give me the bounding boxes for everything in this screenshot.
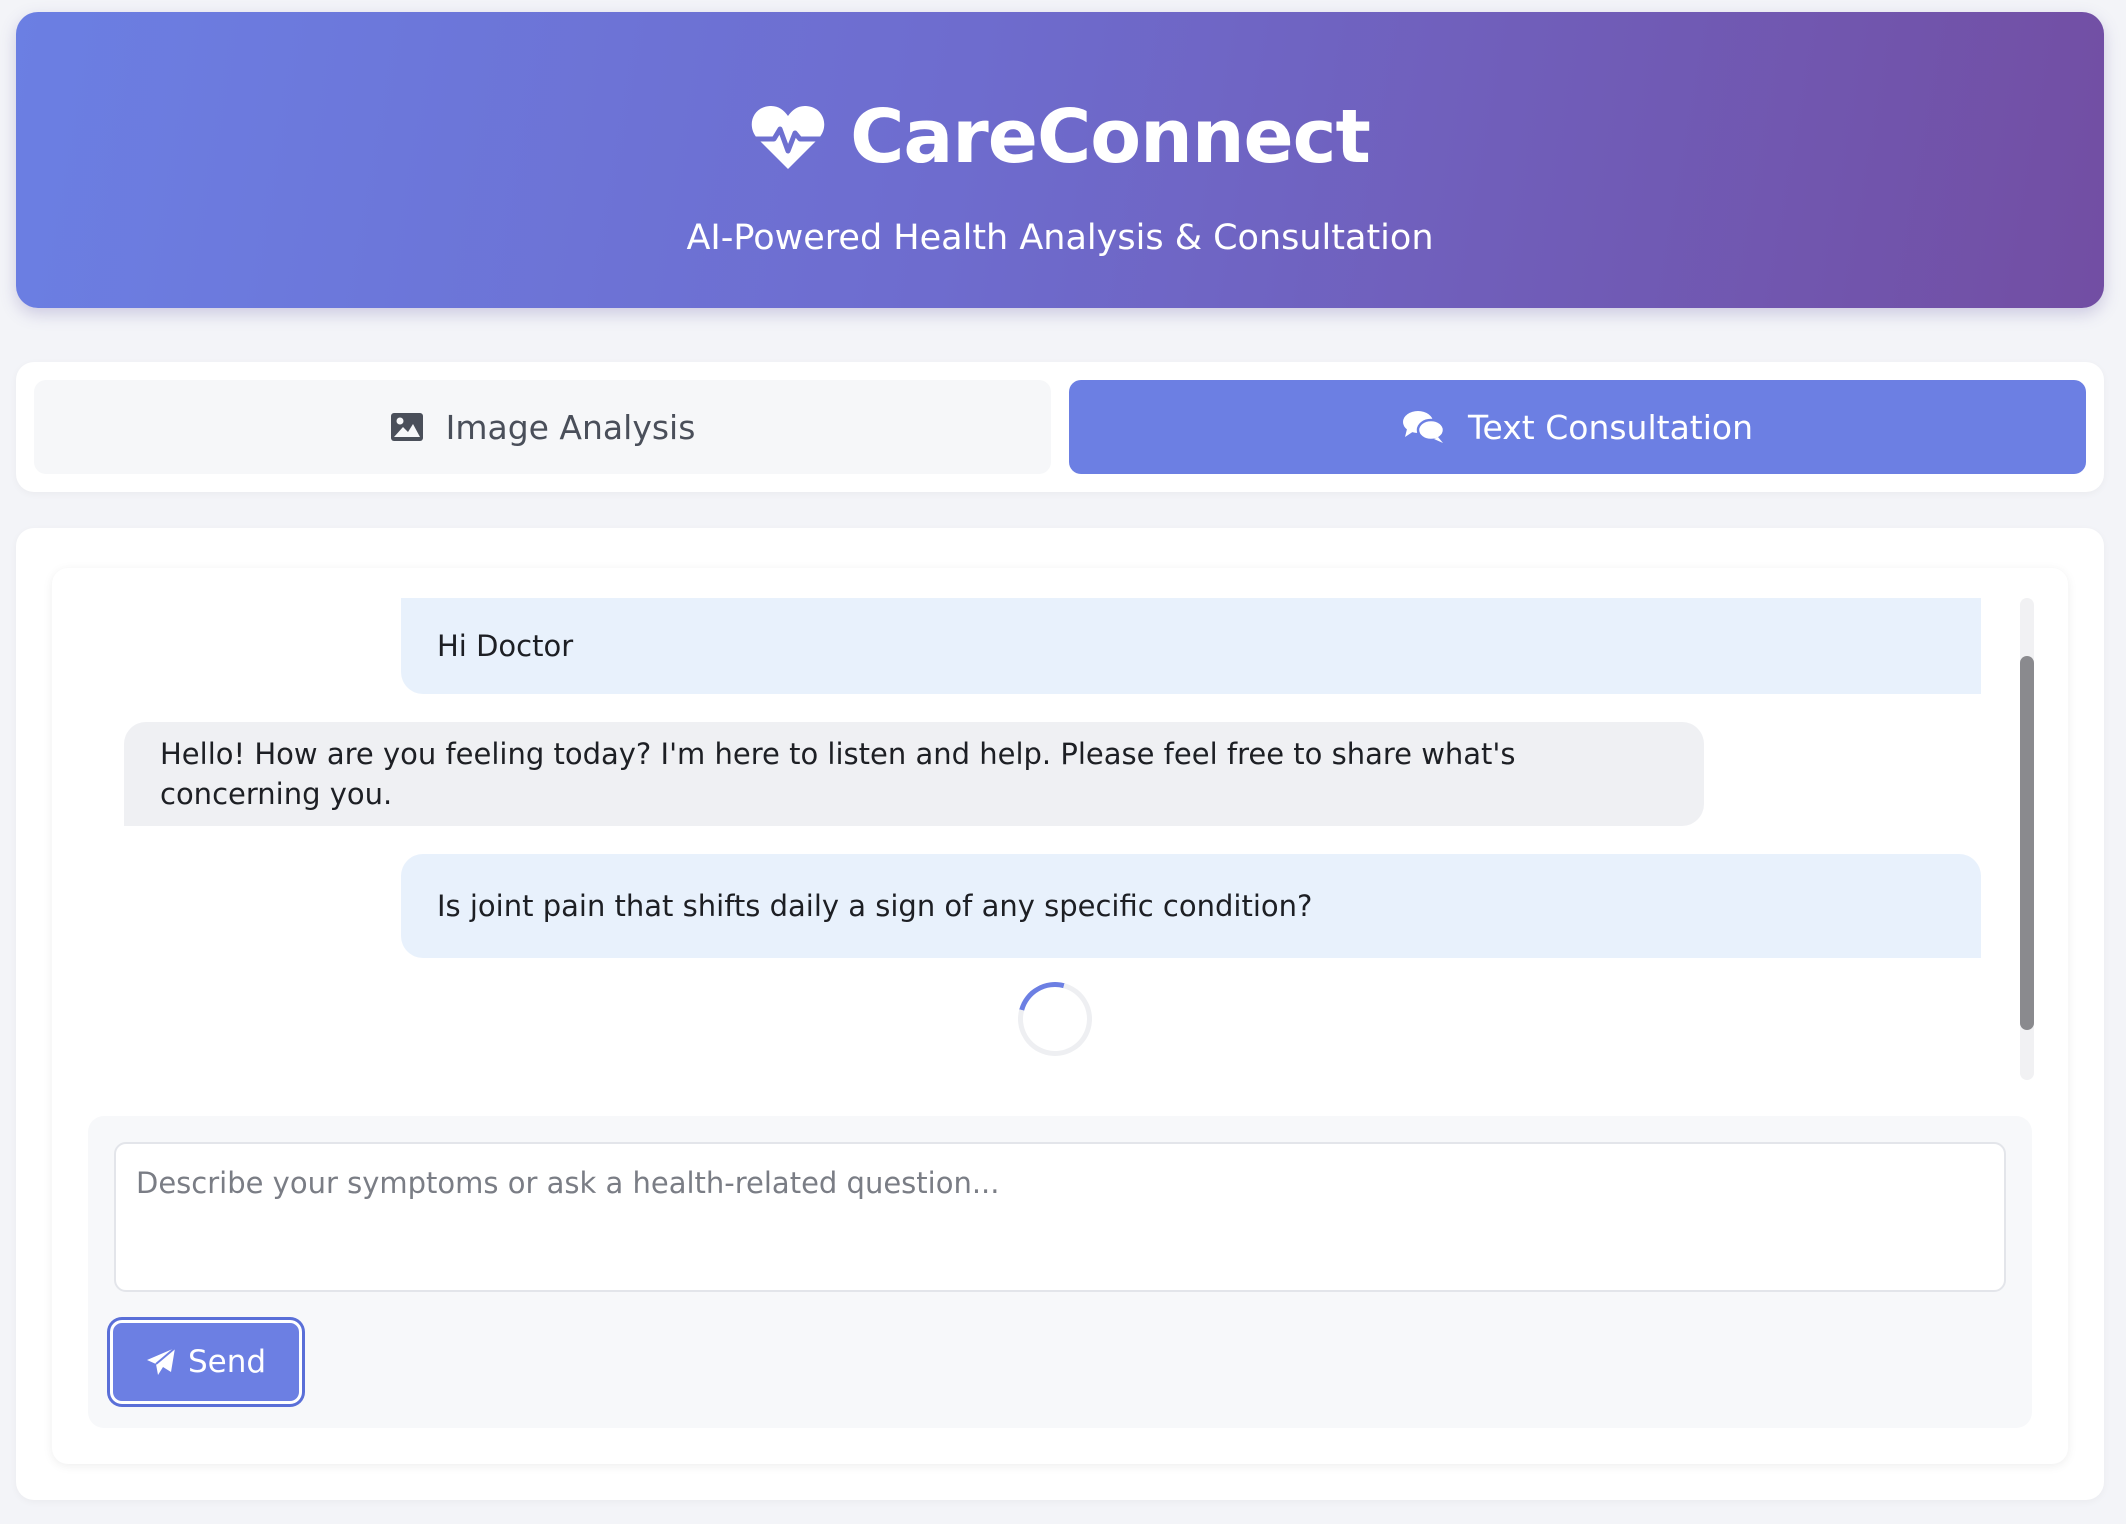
message-text: Hi Doctor [437, 629, 574, 663]
message-assistant: Hello! How are you feeling today? I'm he… [124, 722, 1704, 826]
heart-pulse-icon [751, 105, 825, 169]
send-button-label: Send [187, 1344, 267, 1380]
tab-text-consultation[interactable]: Text Consultation [1069, 380, 2086, 474]
message-text: Hello! How are you feeling today? I'm he… [160, 737, 1516, 811]
tab-text-consultation-label: Text Consultation [1467, 407, 1754, 447]
chat-messages[interactable]: Hi Doctor Hello! How are you feeling tod… [52, 598, 2068, 1080]
app-tagline: AI-Powered Health Analysis & Consultatio… [686, 218, 1434, 258]
app-header: CareConnect AI-Powered Health Analysis &… [16, 12, 2104, 308]
send-button[interactable]: Send [110, 1320, 302, 1404]
mode-tabs: Image Analysis Text Consultation [16, 362, 2104, 492]
chat-scrollbar-thumb[interactable] [2020, 656, 2034, 1030]
app-root: CareConnect AI-Powered Health Analysis &… [0, 0, 2126, 1524]
message-composer: Send [88, 1116, 2032, 1428]
app-title: CareConnect [850, 94, 1371, 180]
loading-spinner [1004, 968, 1106, 1070]
paper-plane-icon [146, 1347, 176, 1375]
message-user: Is joint pain that shifts daily a sign o… [401, 854, 1981, 958]
message-text: Is joint pain that shifts daily a sign o… [437, 889, 1313, 923]
message-user: Hi Doctor [401, 598, 1981, 694]
consultation-panel: Hi Doctor Hello! How are you feeling tod… [16, 528, 2104, 1500]
brand: CareConnect [16, 92, 2104, 182]
comments-icon [1402, 411, 1446, 443]
message-input[interactable] [114, 1142, 2006, 1292]
tab-image-analysis-label: Image Analysis [445, 407, 696, 447]
image-icon [390, 413, 423, 441]
tab-image-analysis[interactable]: Image Analysis [34, 380, 1051, 474]
chat-container: Hi Doctor Hello! How are you feeling tod… [52, 568, 2068, 1464]
